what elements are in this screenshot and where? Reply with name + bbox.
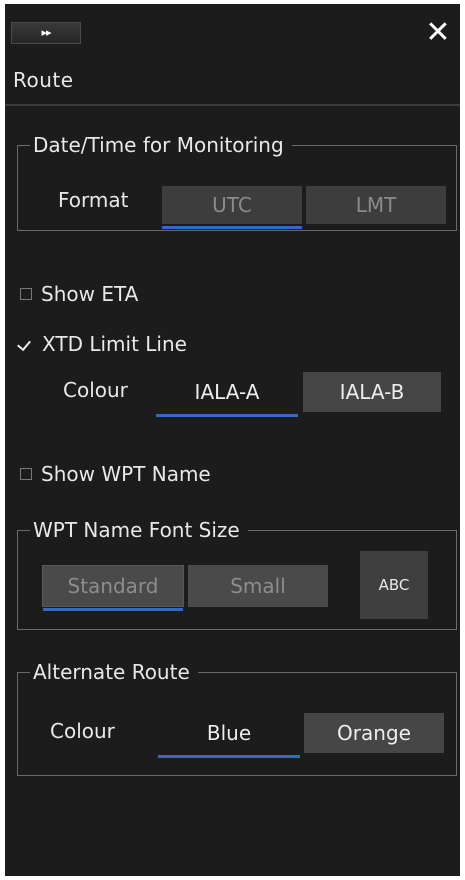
show-eta-label: Show ETA	[41, 282, 139, 306]
show-wpt-name-label: Show WPT Name	[41, 462, 211, 486]
wpt-font-size-legend: WPT Name Font Size	[30, 515, 248, 545]
close-icon: ✕	[425, 15, 451, 50]
xtd-iala-a-button[interactable]: IALA-A	[156, 372, 298, 417]
xtd-limit-line-checkbox[interactable]: XTD Limit Line	[18, 332, 187, 356]
wpt-font-size-group: WPT Name Font Size Standard Small ABC	[17, 515, 457, 630]
alternate-orange-button[interactable]: Orange	[304, 713, 444, 753]
font-small-button[interactable]: Small	[188, 565, 328, 607]
route-panel: ▸▸ ✕ Route Date/Time for Monitoring Form…	[5, 4, 460, 876]
show-eta-checkbox[interactable]: Show ETA	[20, 282, 138, 306]
font-preview-box: ABC	[360, 551, 428, 619]
xtd-iala-b-button[interactable]: IALA-B	[303, 372, 441, 412]
alternate-blue-button[interactable]: Blue	[158, 713, 300, 758]
alternate-route-legend: Alternate Route	[30, 657, 198, 687]
double-chevron-right-icon: ▸▸	[41, 26, 51, 39]
alternate-colour-label: Colour	[50, 719, 115, 743]
format-label: Format	[58, 188, 129, 212]
collapse-button[interactable]: ▸▸	[11, 22, 81, 44]
format-lmt-button[interactable]: LMT	[306, 186, 446, 224]
font-standard-button[interactable]: Standard	[42, 565, 184, 611]
monitoring-group: Date/Time for Monitoring Format UTC LMT	[17, 130, 457, 231]
xtd-colour-label: Colour	[63, 378, 128, 402]
title-bar: ▸▸ ✕	[5, 4, 460, 48]
alternate-route-group: Alternate Route Colour Blue Orange	[17, 657, 457, 776]
checkmark-icon	[18, 336, 34, 352]
xtd-limit-line-label: XTD Limit Line	[42, 332, 187, 356]
checkbox-unchecked-icon	[20, 468, 32, 480]
format-utc-button[interactable]: UTC	[162, 186, 302, 229]
monitoring-legend: Date/Time for Monitoring	[30, 130, 292, 160]
checkbox-unchecked-icon	[20, 288, 32, 300]
close-button[interactable]: ✕	[421, 18, 455, 48]
show-wpt-name-checkbox[interactable]: Show WPT Name	[20, 462, 211, 486]
panel-title: Route	[13, 68, 74, 92]
title-divider	[5, 104, 460, 106]
